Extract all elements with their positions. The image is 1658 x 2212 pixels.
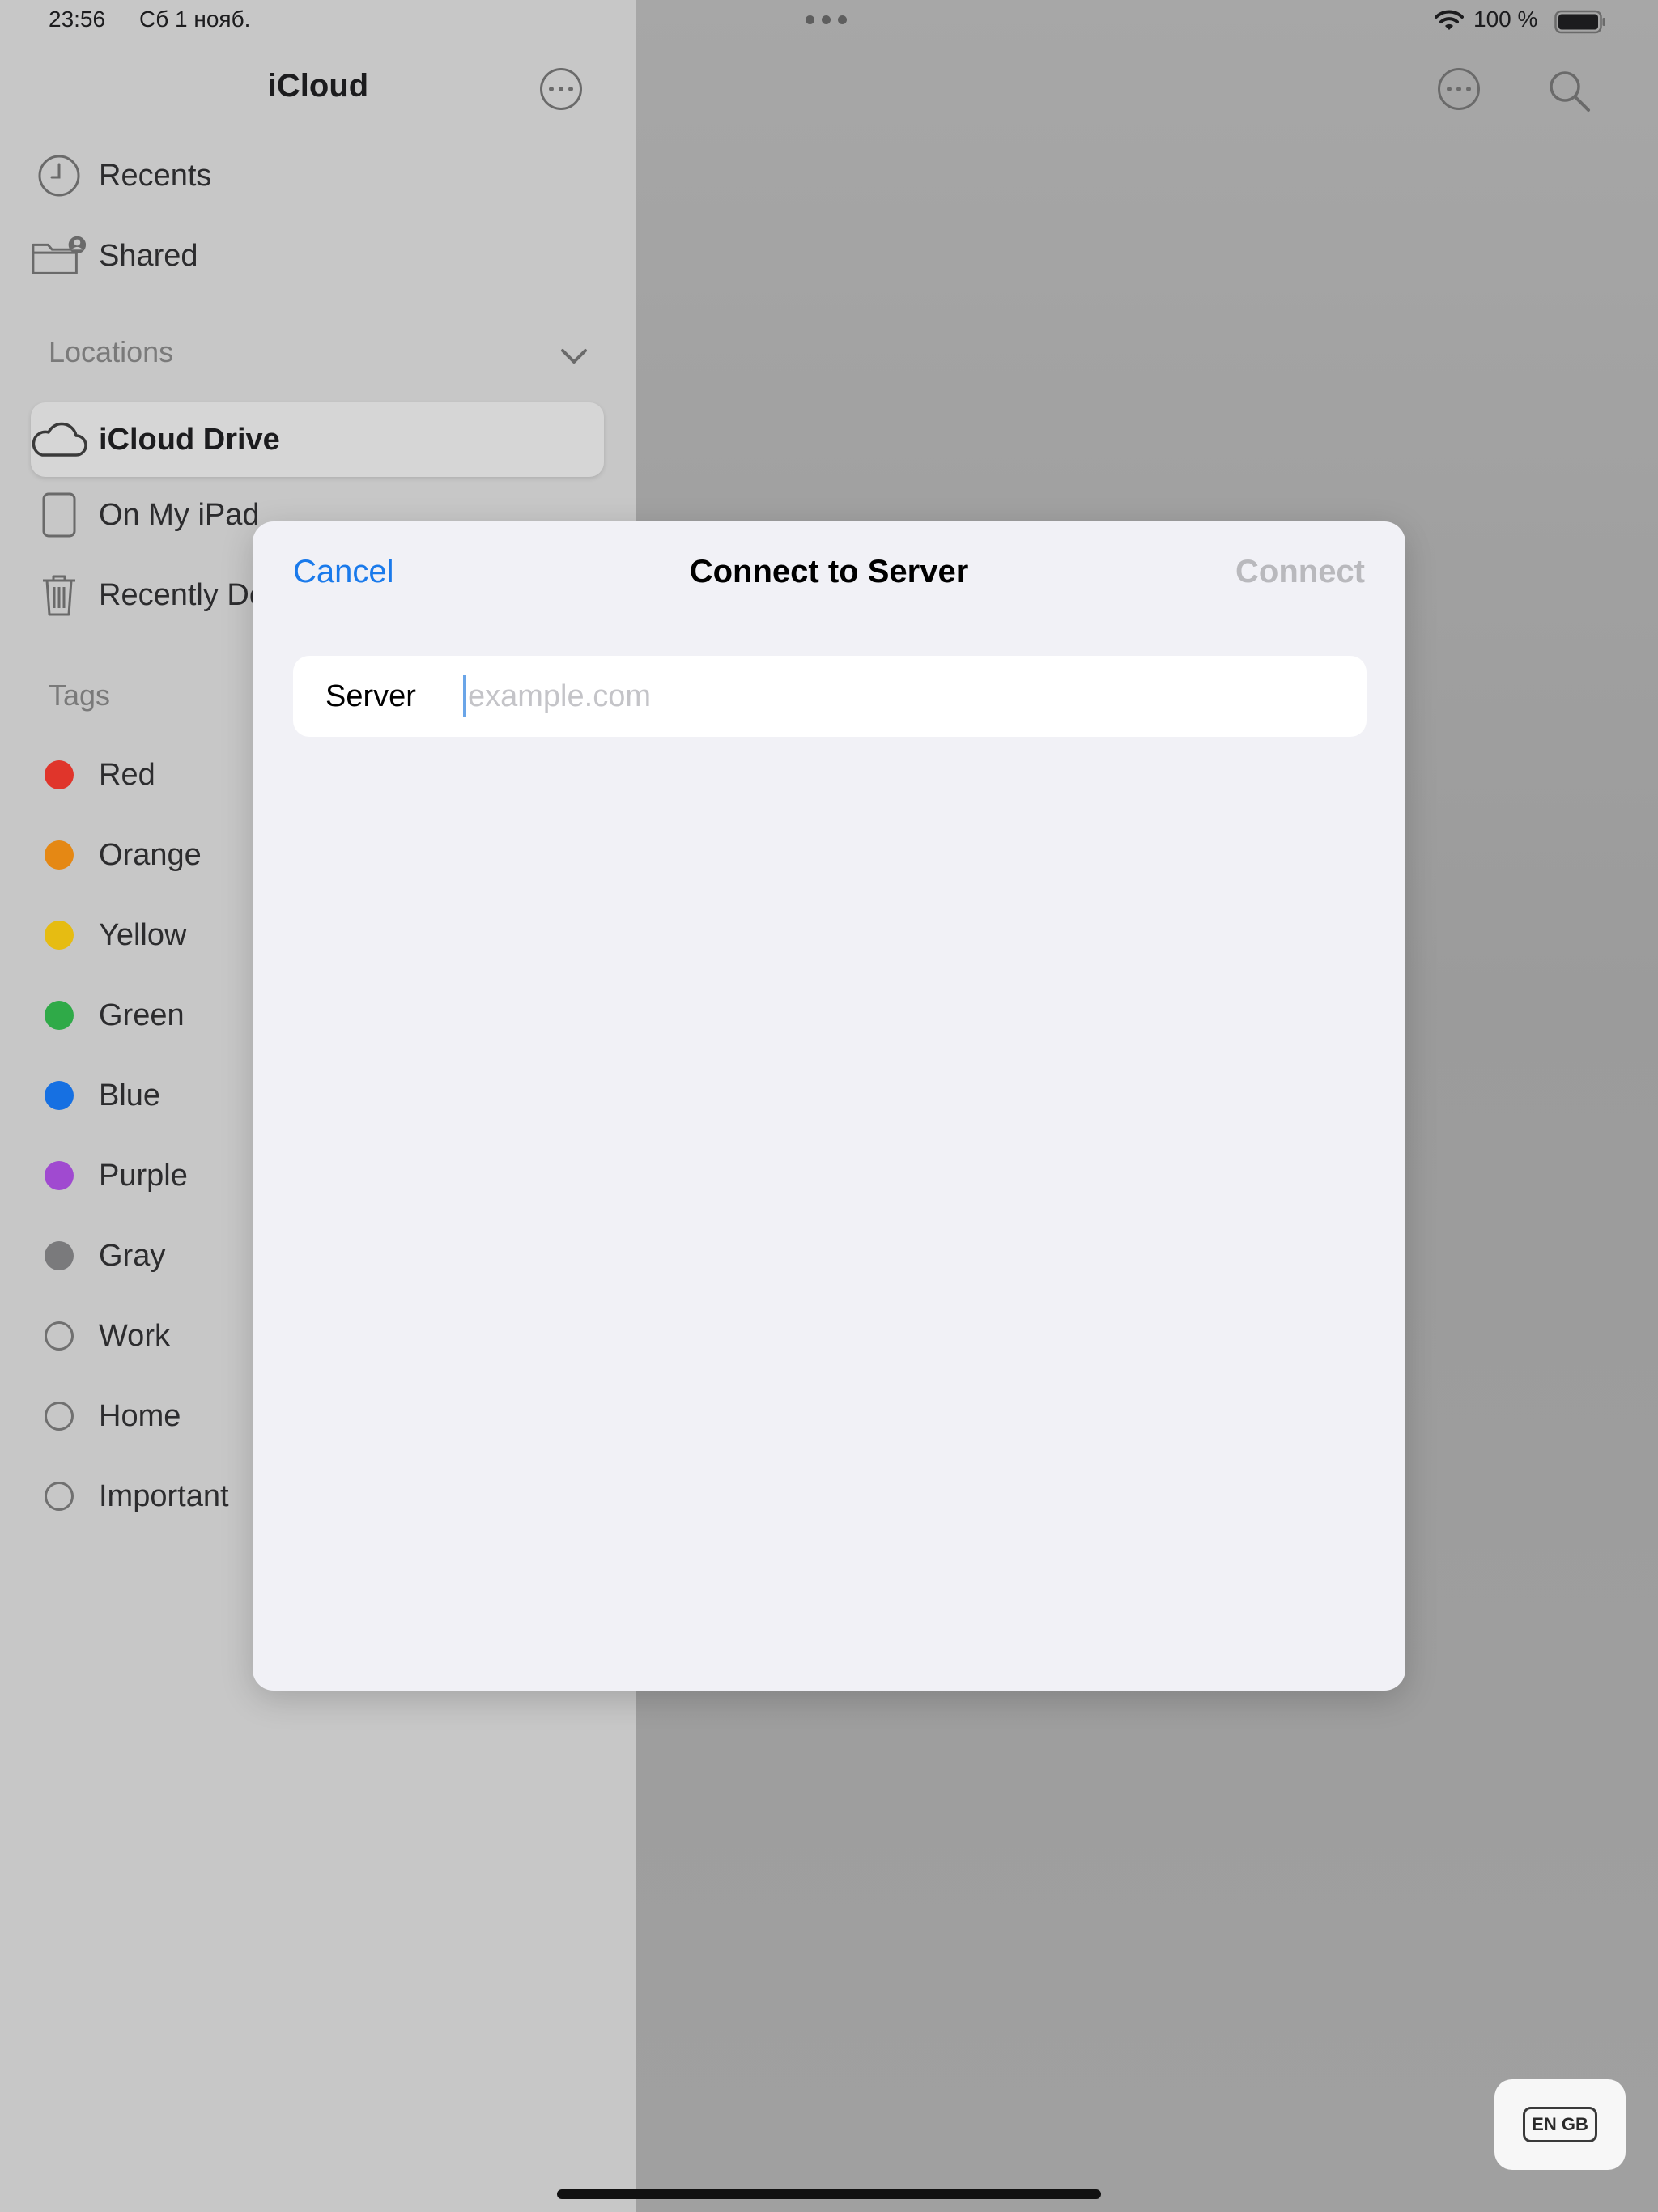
tag-label: Yellow xyxy=(99,917,187,952)
sidebar-item-label: Shared xyxy=(99,238,198,273)
tag-item-red[interactable]: Red xyxy=(31,743,155,806)
tag-item-orange[interactable]: Orange xyxy=(31,823,202,887)
gray-tag-dot-icon xyxy=(45,1241,74,1270)
chevron-down-icon[interactable] xyxy=(560,347,588,366)
keyboard-language-button[interactable]: EN GB xyxy=(1494,2079,1626,2170)
language-badge: EN GB xyxy=(1523,2107,1597,2142)
dialog-title: Connect to Server xyxy=(689,554,969,589)
home-indicator[interactable] xyxy=(557,2189,1101,2199)
tag-item-work[interactable]: Work xyxy=(31,1304,170,1368)
tag-label: Red xyxy=(99,757,155,792)
locations-header[interactable]: Locations xyxy=(49,335,173,369)
server-input[interactable] xyxy=(468,678,1278,714)
tag-item-green[interactable]: Green xyxy=(31,984,185,1047)
sidebar-item-label: iCloud Drive xyxy=(99,422,280,457)
sidebar-item-recents[interactable]: Recents xyxy=(31,144,211,207)
battery-percentage: 100 % xyxy=(1473,6,1538,32)
purple-tag-dot-icon xyxy=(45,1161,74,1190)
tag-label: Important xyxy=(99,1478,229,1513)
text-cursor xyxy=(463,675,466,717)
clock-icon xyxy=(31,151,87,200)
empty-tag-circle-icon xyxy=(45,1321,74,1351)
tag-label: Orange xyxy=(99,837,202,872)
tag-label: Gray xyxy=(99,1238,166,1273)
sidebar-item-label: Recents xyxy=(99,158,212,193)
main-more-button[interactable] xyxy=(1438,68,1480,110)
tag-label: Home xyxy=(99,1398,181,1433)
tag-item-yellow[interactable]: Yellow xyxy=(31,904,186,967)
more-icon xyxy=(549,87,554,91)
tag-item-home[interactable]: Home xyxy=(31,1385,181,1448)
search-icon[interactable] xyxy=(1546,68,1592,113)
connect-button[interactable]: Connect xyxy=(1235,554,1365,590)
status-date: Сб 1 нояб. xyxy=(139,6,251,32)
battery-icon xyxy=(1554,10,1605,34)
sidebar-item-on-my-ipad[interactable]: On My iPad xyxy=(31,483,260,547)
sidebar-item-shared[interactable]: Shared xyxy=(31,224,198,287)
server-label: Server xyxy=(325,678,416,713)
empty-tag-circle-icon xyxy=(45,1402,74,1431)
tag-item-gray[interactable]: Gray xyxy=(31,1224,165,1287)
tag-label: Purple xyxy=(99,1158,188,1193)
blue-tag-dot-icon xyxy=(45,1081,74,1110)
cloud-icon xyxy=(31,415,87,464)
shared-folder-icon xyxy=(31,232,87,280)
multitasking-handle[interactable] xyxy=(806,15,847,24)
tag-item-important[interactable]: Important xyxy=(31,1465,229,1528)
tag-label: Blue xyxy=(99,1078,161,1112)
connect-to-server-dialog: Cancel Connect to Server Connect Server xyxy=(253,521,1405,1691)
sidebar-more-button[interactable] xyxy=(540,68,582,110)
tag-label: Green xyxy=(99,998,185,1032)
ipad-icon xyxy=(31,491,87,539)
server-field-row[interactable]: Server xyxy=(293,656,1367,737)
green-tag-dot-icon xyxy=(45,1001,74,1030)
orange-tag-dot-icon xyxy=(45,840,74,870)
sidebar-item-icloud-drive[interactable]: iCloud Drive xyxy=(31,402,604,477)
wifi-icon xyxy=(1435,10,1464,30)
tag-item-blue[interactable]: Blue xyxy=(31,1064,160,1127)
status-time: 23:56 xyxy=(49,6,106,32)
yellow-tag-dot-icon xyxy=(45,921,74,950)
red-tag-dot-icon xyxy=(45,760,74,789)
tags-header: Tags xyxy=(49,678,111,712)
sidebar-item-label: On My iPad xyxy=(99,497,260,532)
cancel-button[interactable]: Cancel xyxy=(293,554,394,590)
more-icon xyxy=(1447,87,1452,91)
tag-item-purple[interactable]: Purple xyxy=(31,1144,188,1207)
empty-tag-circle-icon xyxy=(45,1482,74,1511)
trash-icon xyxy=(31,571,87,619)
tag-label: Work xyxy=(99,1318,170,1353)
